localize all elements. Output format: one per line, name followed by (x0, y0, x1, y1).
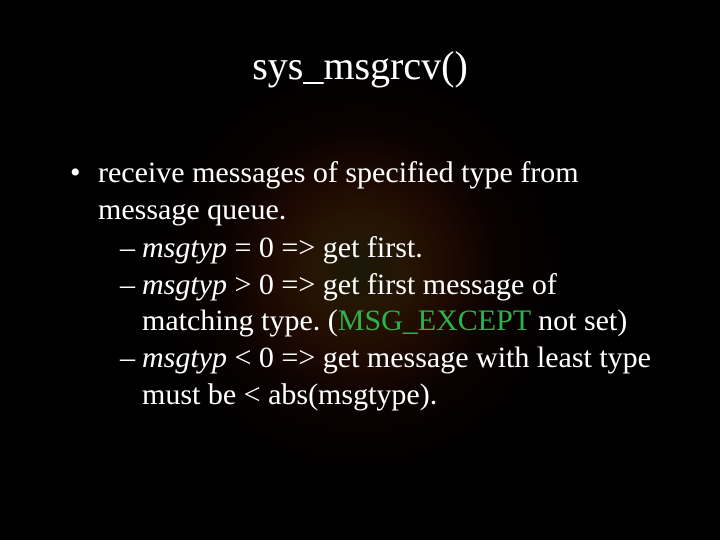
bullet-dot-icon: • (70, 155, 98, 192)
sub-b-tail: not set) (531, 304, 628, 337)
dash-icon: – (120, 267, 142, 304)
sub-item-b: – msgtyp > 0 => get first message of mat… (120, 267, 660, 340)
sub-item-c: – msgtyp < 0 => get message with least t… (120, 340, 660, 413)
dash-icon: – (120, 340, 142, 377)
bullet-text: receive messages of specified type from … (98, 155, 660, 228)
slide-title: sys_msgrcv() (0, 42, 720, 89)
sub-list: – msgtyp = 0 => get first. – msgtyp > 0 … (120, 230, 660, 413)
sub-b-green: MSG_EXCEPT (338, 304, 531, 337)
sub-c-lead: msgtyp (142, 341, 227, 374)
bullet-item: • receive messages of specified type fro… (70, 155, 660, 228)
sub-item-a: – msgtyp = 0 => get first. (120, 230, 660, 267)
sub-a-rest: = 0 => get first. (227, 231, 423, 264)
sub-b-lead: msgtyp (142, 268, 227, 301)
sub-text-a: msgtyp = 0 => get first. (142, 230, 660, 267)
sub-text-b: msgtyp > 0 => get first message of match… (142, 267, 660, 340)
dash-icon: – (120, 230, 142, 267)
sub-a-lead: msgtyp (142, 231, 227, 264)
sub-text-c: msgtyp < 0 => get message with least typ… (142, 340, 660, 413)
slide-body: • receive messages of specified type fro… (70, 155, 660, 413)
